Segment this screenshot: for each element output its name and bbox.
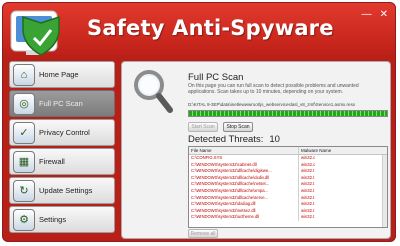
threat-file-name: C:\WINDOWS\system32\dllcache\dxdiv.dll — [189, 174, 299, 182]
threat-file-name: C:\WINDOWS\system32\uctheme.dll — [189, 214, 299, 221]
stop-scan-button[interactable]: Stop Scan — [223, 122, 253, 132]
scan-description: On this page you can run full scan to de… — [188, 83, 359, 95]
threat-file-name: C:\WINDOWS\system32\dllcache\serve... — [189, 194, 299, 202]
threat-malware-name: win32.t — [301, 201, 315, 207]
table-header: File Name Malware Name — [189, 147, 387, 155]
table-row[interactable]: C:\WINDOWS\system32\dllcache\dxdiv.dll wi… — [189, 174, 387, 182]
table-body: C:\CONFIG.SYS win32.c C:\WINDOWS\system32\… — [189, 155, 387, 221]
threat-malware-name: win32.t — [301, 168, 315, 174]
threat-malware-name: win32.c — [301, 161, 316, 167]
remove-all-button[interactable]: Remove all — [188, 229, 218, 238]
window-controls: — ✕ — [362, 10, 388, 20]
firewall-icon: ▦ — [13, 150, 35, 173]
threat-malware-name: win32.c — [301, 155, 316, 160]
shield-logo-icon — [10, 10, 60, 56]
threat-file-name: C:\CONFIG.SYS — [189, 155, 299, 162]
sidebar-item-label: Firewall — [39, 157, 65, 166]
scan-progress-bar — [188, 110, 388, 117]
sidebar: ⌂ Home Page ◎ Full PC Scan ✓ Privacy Con… — [9, 61, 115, 235]
table-row[interactable]: C:\WINDOWS\system32\cabinet.dll win32.c — [189, 161, 387, 169]
threat-file-name: C:\WINDOWS\system32\dllcache\digiswe... — [189, 168, 299, 175]
sidebar-item-label: Home Page — [39, 70, 79, 79]
table-row[interactable]: C:\WINDOWS\system32\dllcache\serve... win… — [189, 194, 387, 202]
sidebar-item-update-settings[interactable]: ↻ Update Settings — [9, 177, 115, 204]
threat-file-name: C:\WINDOWS\system32\cabinet.dll — [189, 161, 299, 169]
threat-malware-name: win32.t — [301, 181, 315, 187]
magnifier-icon — [134, 70, 173, 113]
sidebar-item-label: Update Settings — [39, 186, 93, 195]
table-row[interactable]: C:\CONFIG.SYS win32.c — [189, 155, 387, 162]
table-row[interactable]: C:\WINDOWS\system32\dllcache\digiswe... w… — [189, 168, 387, 175]
privacy-icon: ✓ — [13, 121, 35, 144]
sidebar-item-settings[interactable]: ⚙ Settings — [9, 206, 115, 233]
table-scrollbar[interactable] — [382, 155, 387, 227]
app-window: Safety Anti-Spyware — ✕ ⌂ Home Page ◎ Fu… — [2, 2, 396, 242]
update-icon: ↻ — [13, 179, 35, 202]
home-icon: ⌂ — [13, 63, 35, 86]
threat-malware-name: win32.t — [301, 174, 315, 180]
settings-icon: ⚙ — [13, 208, 35, 231]
start-scan-button[interactable]: Start Scan — [188, 122, 218, 132]
table-row[interactable]: C:\WINDOWS\system32\uctheme.dll win32.t — [189, 214, 387, 221]
threat-file-name: C:\WINDOWS\system32\dxdiag.dll — [189, 201, 299, 208]
threat-malware-name: win32.t — [301, 194, 315, 200]
table-row[interactable]: C:\WINDOWS\system32\dxdiag.dll win32.t — [189, 201, 387, 208]
threat-malware-name: win32.t — [301, 207, 315, 213]
threat-malware-name: win32.t — [301, 187, 315, 193]
scan-title: Full PC Scan — [188, 72, 244, 83]
sidebar-item-full-pc-scan[interactable]: ◎ Full PC Scan — [9, 90, 115, 117]
threat-file-name: C:\WINDOWS\system32\dllcache\xmpa... — [189, 187, 299, 195]
column-header-malware-name[interactable]: Malware Name — [299, 147, 387, 154]
sidebar-item-label: Settings — [39, 215, 67, 224]
column-header-file-name[interactable]: File Name — [189, 147, 299, 154]
threat-malware-name: win32.t — [301, 214, 315, 220]
sidebar-item-firewall[interactable]: ▦ Firewall — [9, 148, 115, 175]
close-button[interactable]: ✕ — [380, 10, 388, 20]
sidebar-item-privacy-control[interactable]: ✓ Privacy Control — [9, 119, 115, 146]
threats-table[interactable]: File Name Malware Name C:\CONFIG.SYS win3… — [188, 146, 388, 228]
table-row[interactable]: C:\WINDOWS\system32\netsez.dll win32.t — [189, 207, 387, 215]
detected-threats-label: Detected Threats: — [188, 134, 264, 145]
sidebar-item-label: Full PC Scan — [39, 99, 83, 108]
current-scan-path: D:\KITAL 9-3EP\data\inetlewwwroot\js_web… — [188, 102, 356, 107]
sidebar-item-label: Privacy Control — [39, 128, 90, 137]
table-row[interactable]: C:\WINDOWS\system32\dllcache\xmpa... win3… — [189, 187, 387, 195]
scan-progress-fill — [189, 111, 387, 116]
detected-threats-heading: Detected Threats: 10 — [188, 134, 280, 145]
main-panel: Full PC Scan On this page you can run fu… — [121, 61, 391, 239]
title-bar: Safety Anti-Spyware — ✕ — [3, 3, 395, 61]
minimize-button[interactable]: — — [362, 10, 372, 20]
app-title: Safety Anti-Spyware — [87, 16, 334, 40]
threat-file-name: C:\WINDOWS\system32\dllcache\netset... — [189, 181, 299, 188]
threat-file-name: C:\WINDOWS\system32\netsez.dll — [189, 207, 299, 215]
threat-count: 10 — [269, 134, 280, 145]
sidebar-item-home[interactable]: ⌂ Home Page — [9, 61, 115, 88]
table-row[interactable]: C:\WINDOWS\system32\dllcache\netset... wi… — [189, 181, 387, 188]
scan-icon: ◎ — [13, 92, 35, 115]
